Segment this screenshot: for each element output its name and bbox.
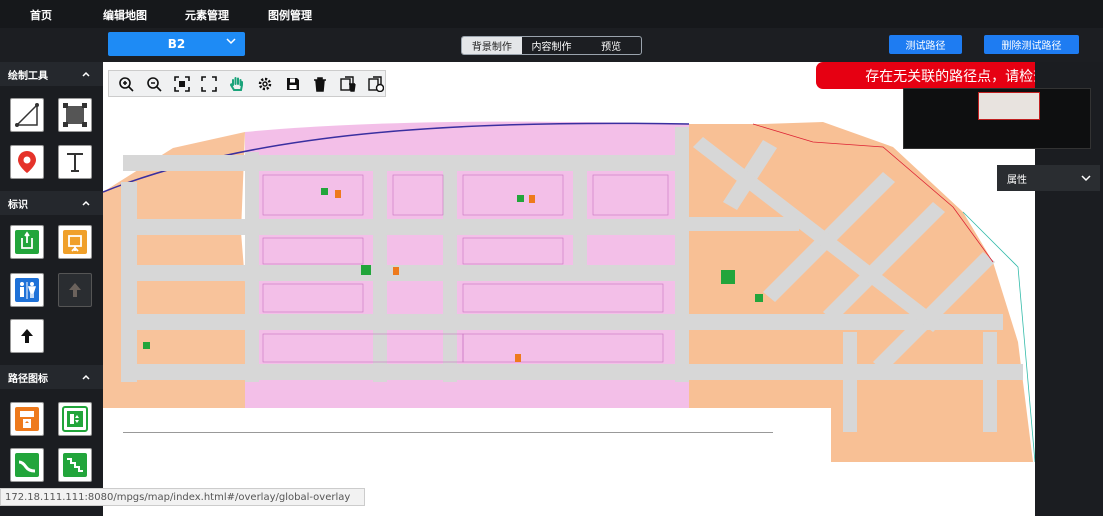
fit-button[interactable] <box>172 74 191 93</box>
arrow-up-disabled-button[interactable] <box>58 273 92 307</box>
fullscreen-icon <box>201 75 218 92</box>
tab-preview[interactable]: 预览 <box>581 37 641 54</box>
rect-tool-icon <box>63 103 87 127</box>
restroom-button[interactable] <box>10 273 44 307</box>
stairs-button[interactable] <box>58 448 92 482</box>
line-tool-button[interactable] <box>10 98 44 132</box>
mode-tabs: 背景制作 内容制作 预览 <box>461 36 642 55</box>
status-bar-url: 172.18.111.111:8080/mpgs/map/index.html#… <box>0 488 365 506</box>
floor-select[interactable]: B2 <box>108 32 245 56</box>
map-canvas[interactable] <box>103 62 1035 516</box>
delete-button[interactable] <box>311 74 330 93</box>
location-pin-icon <box>18 151 36 173</box>
zoom-out-icon <box>147 76 162 92</box>
nav-edit-map[interactable]: 编辑地图 <box>103 7 147 23</box>
layer-icon <box>367 75 384 92</box>
section-drawing-tools[interactable]: 绘制工具 <box>0 62 103 86</box>
save-icon <box>286 77 299 90</box>
exit-sign-green-button[interactable] <box>10 225 44 259</box>
top-nav: 首页 编辑地图 元素管理 图例管理 <box>0 0 1103 28</box>
rect-tool-button[interactable] <box>58 98 92 132</box>
nav-legend-management[interactable]: 图例管理 <box>268 7 312 23</box>
chevron-up-icon <box>82 200 90 206</box>
floor-plan[interactable] <box>103 62 1035 516</box>
map-toolbar <box>108 70 386 97</box>
properties-panel-toggle[interactable]: 属性 <box>997 165 1100 191</box>
delete-icon <box>314 76 327 92</box>
fullscreen-button[interactable] <box>200 74 219 93</box>
chevron-down-icon <box>1081 175 1091 182</box>
up-arrow-icon <box>21 329 33 343</box>
minimap-viewport[interactable] <box>978 92 1040 120</box>
arrow-up-button[interactable] <box>10 319 44 353</box>
fit-icon <box>173 75 190 92</box>
settings-button[interactable] <box>256 74 275 93</box>
nav-home[interactable]: 首页 <box>30 7 52 23</box>
elevator-icon <box>15 407 39 431</box>
escalator-button[interactable] <box>58 402 92 436</box>
minimap[interactable] <box>903 88 1091 149</box>
section-title: 路径图标 <box>8 373 48 385</box>
save-button[interactable] <box>283 74 302 93</box>
zoom-in-icon <box>119 76 134 92</box>
escalator-icon <box>62 406 88 432</box>
zoom-out-button[interactable] <box>145 74 164 93</box>
exit-sign-green-icon <box>15 230 39 254</box>
tab-content[interactable]: 内容制作 <box>522 37 582 54</box>
pan-hand-icon <box>230 76 244 91</box>
test-route-button[interactable]: 测试路径 <box>889 35 962 54</box>
stairs-green-button[interactable] <box>10 448 44 482</box>
stairs-icon <box>63 453 87 477</box>
restroom-icon <box>15 278 39 302</box>
text-tool-icon <box>67 153 83 172</box>
line-tool-icon <box>15 103 39 127</box>
copy-delete-icon <box>340 75 356 92</box>
sidebar: 绘制工具 标识 路径图标 <box>0 62 103 516</box>
delete-test-route-button[interactable]: 删除测试路径 <box>984 35 1079 54</box>
chevron-down-icon <box>226 38 236 45</box>
up-arrow-gray-icon <box>69 283 81 297</box>
stairs-green-icon <box>15 453 39 477</box>
text-tool-button[interactable] <box>58 145 92 179</box>
pan-button[interactable] <box>228 74 247 93</box>
nav-element-management[interactable]: 元素管理 <box>185 7 229 23</box>
properties-label: 属性 <box>1007 174 1027 186</box>
marker-tool-button[interactable] <box>10 145 44 179</box>
layer-button[interactable] <box>366 74 385 93</box>
section-route-icons[interactable]: 路径图标 <box>0 365 103 389</box>
alert-text: 存在无关联的路径点，请检查! <box>865 68 1053 85</box>
status-url: 172.18.111.111:8080/mpgs/map/index.html#… <box>5 491 351 503</box>
section-signs[interactable]: 标识 <box>0 191 103 215</box>
section-title: 绘制工具 <box>8 70 48 82</box>
exit-sign-orange-icon <box>63 230 87 254</box>
exit-sign-orange-button[interactable] <box>58 225 92 259</box>
floor-value: B2 <box>167 37 186 51</box>
chevron-up-icon <box>82 374 90 380</box>
zoom-in-button[interactable] <box>117 74 136 93</box>
settings-icon <box>258 77 272 90</box>
section-title: 标识 <box>8 199 28 211</box>
copy-delete-button[interactable] <box>339 74 358 93</box>
chevron-up-icon <box>82 71 90 77</box>
elevator-button[interactable] <box>10 402 44 436</box>
tab-background[interactable]: 背景制作 <box>462 37 522 54</box>
